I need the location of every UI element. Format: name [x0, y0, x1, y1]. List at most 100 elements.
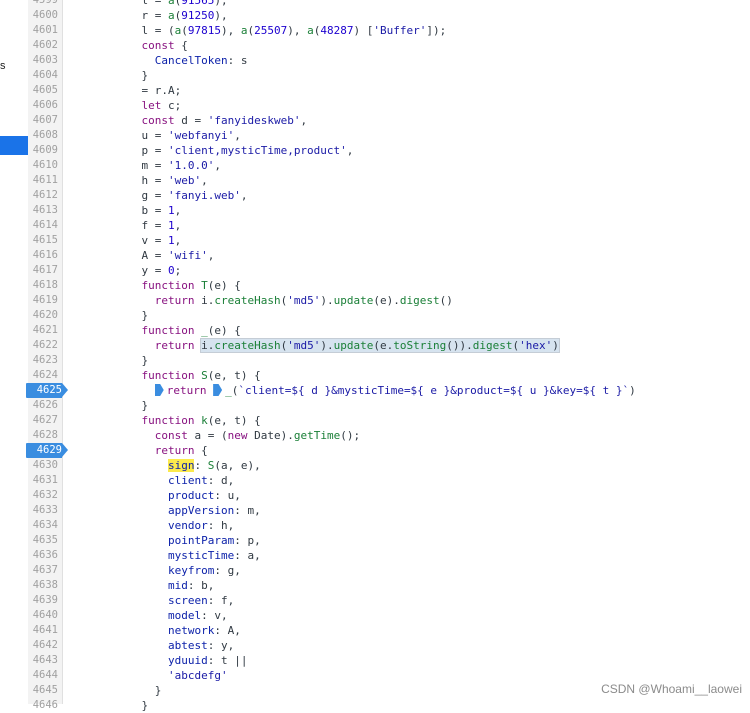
line-number[interactable]: 4623	[28, 353, 58, 368]
code-line[interactable]: 4629 return {	[26, 443, 750, 458]
line-number[interactable]: 4636	[28, 548, 58, 563]
code-line[interactable]: 4618 function T(e) {	[33, 278, 750, 293]
code-line[interactable]: 4628 const a = (new Date).getTime();	[33, 428, 750, 443]
code-text: r = a(91250),	[115, 9, 228, 22]
breakpoint-line-number[interactable]: 4625	[26, 383, 68, 398]
line-number[interactable]: 4641	[28, 623, 58, 638]
line-number[interactable]: 4603	[28, 53, 58, 68]
line-number[interactable]: 4640	[28, 608, 58, 623]
line-number[interactable]: 4638	[28, 578, 58, 593]
line-number[interactable]: 4613	[28, 203, 58, 218]
code-line[interactable]: 4640 model: v,	[33, 608, 750, 623]
line-number[interactable]: 4620	[28, 308, 58, 323]
line-number[interactable]: 4600	[28, 8, 58, 23]
line-number[interactable]: 4622	[28, 338, 58, 353]
code-line[interactable]: 4639 screen: f,	[33, 593, 750, 608]
line-number[interactable]: 4612	[28, 188, 58, 203]
code-line[interactable]: 4612 g = 'fanyi.web',	[33, 188, 750, 203]
code-line[interactable]: 4641 network: A,	[33, 623, 750, 638]
code-text: const d = 'fanyideskweb',	[141, 114, 308, 127]
line-number[interactable]: 4617	[28, 263, 58, 278]
code-line[interactable]: 4643 yduuid: t ||	[33, 653, 750, 668]
code-line[interactable]: 4607 const d = 'fanyideskweb',	[33, 113, 750, 128]
line-number[interactable]: 4616	[28, 248, 58, 263]
code-line[interactable]: 4638 mid: b,	[33, 578, 750, 593]
line-number[interactable]: 4639	[28, 593, 58, 608]
line-number[interactable]: 4610	[28, 158, 58, 173]
code-line[interactable]: 4616 A = 'wifi',	[33, 248, 750, 263]
line-number[interactable]: 4644	[28, 668, 58, 683]
line-number[interactable]: 4599	[28, 0, 58, 8]
code-line[interactable]: 4625 return _(`client=${ d }&mysticTime=…	[26, 383, 750, 398]
line-number[interactable]: 4633	[28, 503, 58, 518]
line-number[interactable]: 4635	[28, 533, 58, 548]
code-line[interactable]: 4605 = r.A;	[33, 83, 750, 98]
line-number[interactable]: 4604	[28, 68, 58, 83]
line-number[interactable]: 4637	[28, 563, 58, 578]
code-line[interactable]: 4609 p = 'client,mysticTime,product',	[33, 143, 750, 158]
code-line[interactable]: 4632 product: u,	[33, 488, 750, 503]
line-number[interactable]: 4615	[28, 233, 58, 248]
code-line[interactable]: 4600 r = a(91250),	[33, 8, 750, 23]
line-number[interactable]: 4606	[28, 98, 58, 113]
line-number[interactable]: 4605	[28, 83, 58, 98]
code-line[interactable]: 4619 return i.createHash('md5').update(e…	[33, 293, 750, 308]
code-line[interactable]: 4617 y = 0;	[33, 263, 750, 278]
code-line[interactable]: 4606 let c;	[33, 98, 750, 113]
code-line[interactable]: 4611 h = 'web',	[33, 173, 750, 188]
line-number[interactable]: 4609	[28, 143, 58, 158]
line-number[interactable]: 4601	[28, 23, 58, 38]
line-number[interactable]: 4632	[28, 488, 58, 503]
line-number[interactable]: 4624	[28, 368, 58, 383]
line-number[interactable]: 4602	[28, 38, 58, 53]
code-line[interactable]: 4627 function k(e, t) {	[33, 413, 750, 428]
code-line[interactable]: 4610 m = '1.0.0',	[33, 158, 750, 173]
code-editor[interactable]: 4599 l = a(91565), 4600 r = a(91250), 4601…	[26, 0, 750, 712]
code-line[interactable]: 4601 l = (a(97815), a(25507), a(48287) […	[33, 23, 750, 38]
line-number[interactable]: 4645	[28, 683, 58, 698]
line-number[interactable]: 4631	[28, 473, 58, 488]
code-line[interactable]: 4642 abtest: y,	[33, 638, 750, 653]
line-number[interactable]: 4628	[28, 428, 58, 443]
code-line[interactable]: 4631 client: d,	[33, 473, 750, 488]
breakpoint-line-number[interactable]: 4629	[26, 443, 68, 458]
code-line[interactable]: 4644 'abcdefg'	[33, 668, 750, 683]
line-number[interactable]: 4618	[28, 278, 58, 293]
code-line[interactable]: 4623 }	[33, 353, 750, 368]
line-number[interactable]: 4621	[28, 323, 58, 338]
code-text: }	[115, 309, 149, 322]
code-line[interactable]: 4622 return i.createHash('md5').update(e…	[33, 338, 750, 353]
code-line[interactable]: 4602 const {	[33, 38, 750, 53]
line-number[interactable]: 4646	[28, 698, 58, 713]
code-line[interactable]: 4630 sign: S(a, e),	[33, 458, 750, 473]
line-number[interactable]: 4608	[28, 128, 58, 143]
code-line[interactable]: 4614 f = 1,	[33, 218, 750, 233]
code-line[interactable]: 4634 vendor: h,	[33, 518, 750, 533]
line-number[interactable]: 4626	[28, 398, 58, 413]
code-line[interactable]: 4646 }	[33, 698, 750, 713]
code-line[interactable]: 4624 function S(e, t) {	[33, 368, 750, 383]
code-line[interactable]: 4615 v = 1,	[33, 233, 750, 248]
line-number[interactable]: 4642	[28, 638, 58, 653]
line-number[interactable]: 4607	[28, 113, 58, 128]
line-number[interactable]: 4630	[28, 458, 58, 473]
line-number[interactable]: 4614	[28, 218, 58, 233]
code-line[interactable]: 4599 l = a(91565),	[33, 0, 750, 8]
line-number[interactable]: 4643	[28, 653, 58, 668]
code-line[interactable]: 4620 }	[33, 308, 750, 323]
code-line[interactable]: 4635 pointParam: p,	[33, 533, 750, 548]
code-line[interactable]: 4603 CancelToken: s	[33, 53, 750, 68]
code-line[interactable]: 4608 u = 'webfanyi',	[33, 128, 750, 143]
line-number[interactable]: 4627	[28, 413, 58, 428]
selected-file-highlight[interactable]	[0, 136, 28, 155]
code-line[interactable]: 4621 function _(e) {	[33, 323, 750, 338]
code-line[interactable]: 4626 }	[33, 398, 750, 413]
line-number[interactable]: 4634	[28, 518, 58, 533]
code-line[interactable]: 4613 b = 1,	[33, 203, 750, 218]
line-number[interactable]: 4619	[28, 293, 58, 308]
code-line[interactable]: 4633 appVersion: m,	[33, 503, 750, 518]
code-line[interactable]: 4636 mysticTime: a,	[33, 548, 750, 563]
line-number[interactable]: 4611	[28, 173, 58, 188]
code-line[interactable]: 4604 }	[33, 68, 750, 83]
code-line[interactable]: 4637 keyfrom: g,	[33, 563, 750, 578]
